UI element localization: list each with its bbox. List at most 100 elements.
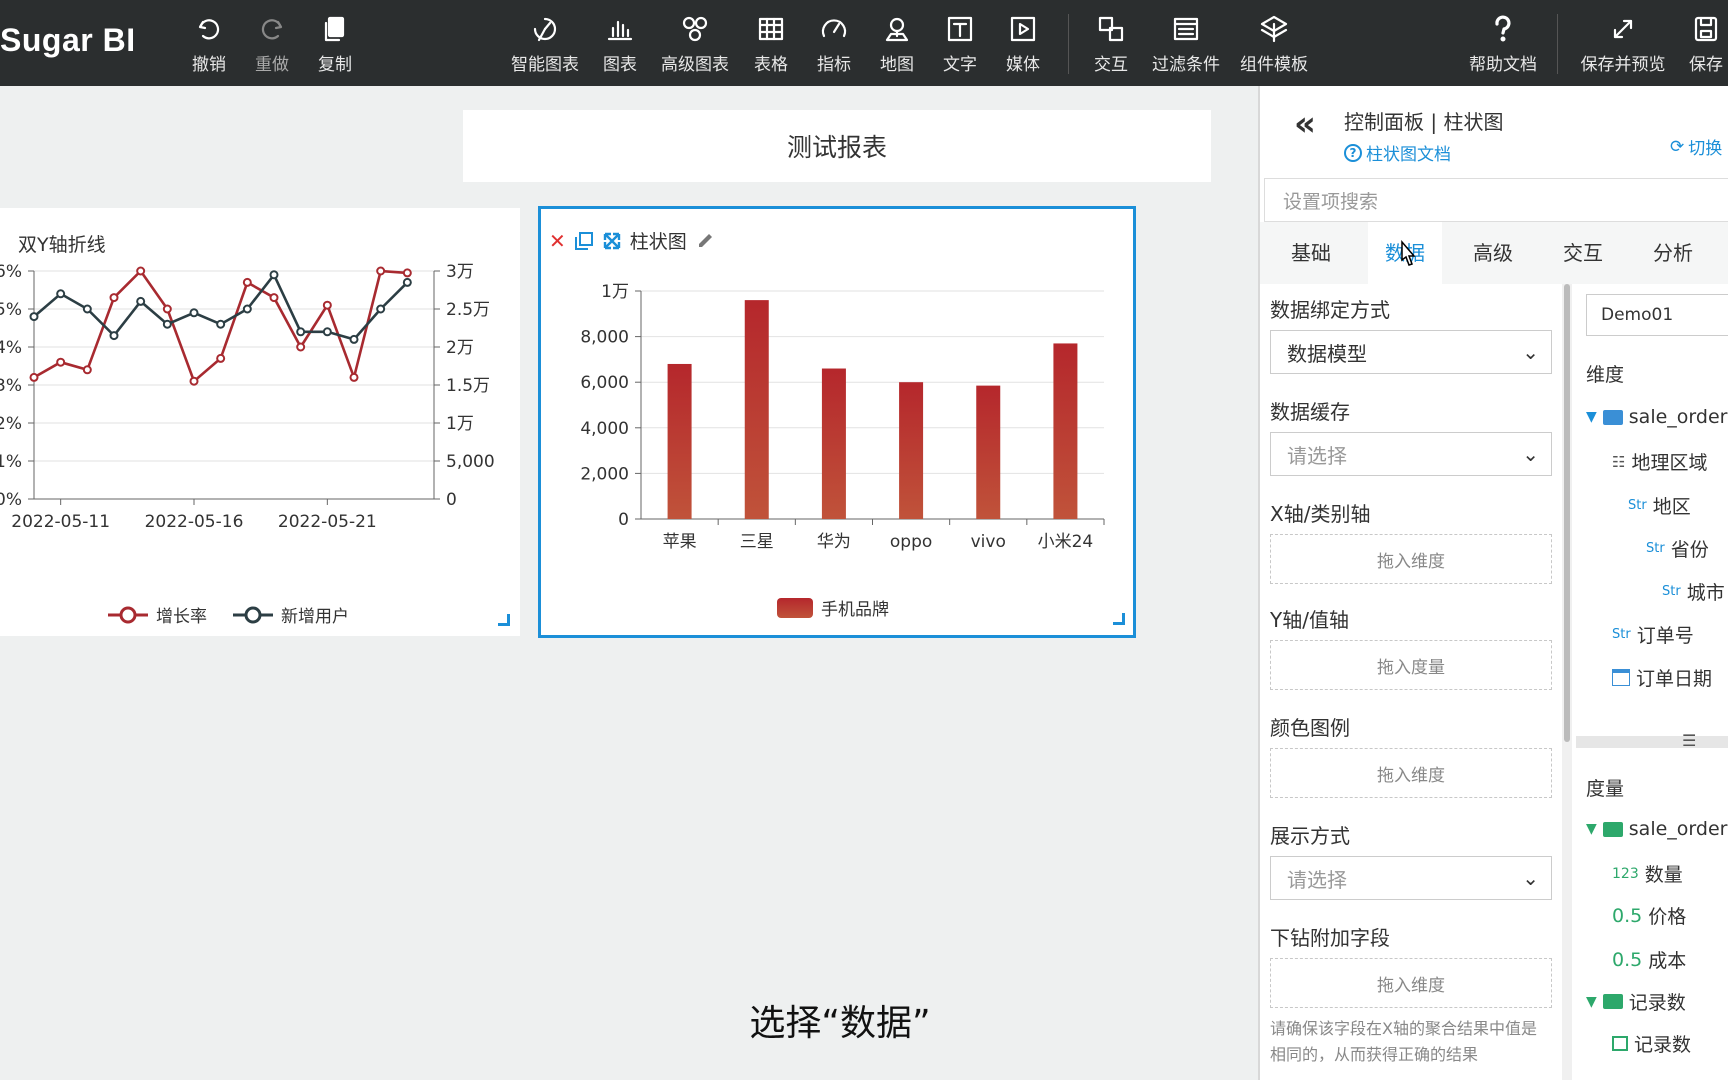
measure-item[interactable]: 123 数量 [1612, 860, 1683, 887]
top-toolbar: Sugar BI 撤销 重做 复制 智能图表 图表 高级图表 表格 指标 地图 … [0, 0, 1728, 86]
legend-swatch-growth [108, 606, 148, 623]
table-icon [758, 17, 784, 41]
string-type-icon: Str [1628, 498, 1647, 513]
chevron-down-icon: ▼ [1586, 993, 1597, 1010]
copy-button[interactable]: 复制 [295, 14, 375, 75]
advanced-chart-button[interactable]: 高级图表 [655, 14, 735, 75]
resize-handle[interactable] [1113, 613, 1125, 625]
doc-link[interactable]: ? 柱状图文档 [1344, 140, 1451, 165]
smart-chart-icon [533, 17, 557, 42]
video-caption: 选择“数据” [749, 1003, 931, 1044]
media-button[interactable]: 媒体 [983, 14, 1063, 75]
tab-analysis[interactable]: 分析 [1636, 222, 1710, 284]
legend-swatch [777, 597, 813, 618]
xaxis-label: X轴/类别轴 [1270, 502, 1371, 526]
dimension-item[interactable]: Str 地区 [1628, 492, 1691, 519]
refresh-icon: ⟳ [1670, 136, 1685, 157]
dimension-label: 地理区域 [1631, 452, 1708, 474]
y-left-tick-label: 6% [0, 262, 22, 282]
x-tick-label: 2022-05-21 [278, 512, 377, 532]
dimension-item[interactable]: 订单日期 [1612, 664, 1712, 691]
settings-search-input[interactable]: 设置项搜索 [1264, 178, 1728, 222]
chart-button[interactable]: 图表 [580, 14, 660, 75]
y-tick-label: 1万 [601, 282, 629, 302]
data-point [322, 327, 332, 337]
settings-scrollbar[interactable] [1562, 284, 1572, 1080]
tab-basic[interactable]: 基础 [1274, 222, 1348, 284]
save-preview-button[interactable]: 保存并预览 [1581, 14, 1666, 75]
expand-icon [1613, 19, 1633, 39]
legend-label-growth: 增长率 [156, 607, 207, 627]
measure-item[interactable]: 记录数 [1612, 1030, 1691, 1057]
resize-handle[interactable] [498, 614, 510, 626]
switch-button[interactable]: ⟳ 切换 [1670, 134, 1722, 160]
collapse-panel-icon[interactable]: « [1294, 104, 1316, 144]
measure-label: 价格 [1648, 906, 1687, 928]
measure-folder[interactable]: ▼ sale_order [1586, 818, 1727, 840]
dual-axis-line-chart-card[interactable]: 双Y轴折线 0% 0 1% 5,000 2% 1万 3% 1.5万 4% 2万 5% 2.5万 6% 3万… [0, 208, 520, 636]
copy-label: 复制 [318, 55, 352, 75]
data-point [242, 277, 252, 287]
datasource-select[interactable]: Demo01 [1586, 294, 1728, 336]
template-button[interactable]: 组件模板 [1234, 14, 1314, 75]
mouse-pointer-icon [1401, 240, 1416, 266]
binding-select[interactable]: 数据模型 ⌄ [1270, 330, 1552, 374]
smart-chart-button[interactable]: 智能图表 [505, 14, 585, 75]
yaxis-dropzone[interactable]: 拖入度量 [1270, 640, 1552, 690]
string-type-icon: Str [1646, 541, 1665, 556]
save-button[interactable]: 保存 [1666, 14, 1728, 75]
tab-advanced[interactable]: 高级 [1456, 222, 1530, 284]
scrollbar-thumb[interactable] [1564, 284, 1570, 742]
count-folder[interactable]: ▼ 记录数 [1586, 988, 1686, 1015]
dimension-label: 地区 [1652, 496, 1691, 518]
map-label: 地图 [880, 55, 914, 75]
dimension-item[interactable]: Str 订单号 [1612, 621, 1694, 648]
toolbar-separator [1557, 14, 1558, 74]
undo-icon [198, 19, 220, 40]
drill-field-dropzone[interactable]: 拖入维度 [1270, 958, 1552, 1008]
splitter-handle[interactable]: ☰ [1576, 733, 1728, 749]
x-tick-label: 2022-05-16 [145, 512, 244, 532]
y-left-tick-label: 1% [0, 452, 22, 472]
redo-label: 重做 [255, 55, 289, 75]
chevron-down-icon: ⌄ [1522, 866, 1539, 890]
indicator-label: 指标 [817, 55, 851, 75]
report-title[interactable]: 测试报表 [463, 110, 1211, 182]
bar-chart-card[interactable]: ✕ 柱状图 0 2,000 4,000 6,000 8,000 1万 苹果 三星 华为 oppo v… [538, 206, 1136, 638]
color-legend-dropzone[interactable]: 拖入维度 [1270, 748, 1552, 798]
drill-note: 请确保该字段在X轴的聚合结果中值是相同的，从而获得正确的结果 [1270, 1019, 1537, 1064]
text-icon [947, 16, 973, 42]
data-point [376, 304, 386, 314]
decimal-type-icon: 0.5 [1612, 904, 1643, 927]
bar-chart: 0 2,000 4,000 6,000 8,000 1万苹果 三星 华为 oppo vivo 小米2… [580, 282, 1105, 552]
data-point [216, 319, 226, 329]
help-button[interactable]: 帮助文档 [1463, 14, 1543, 75]
dimension-item[interactable]: Str 省份 [1646, 535, 1709, 562]
bar [1053, 343, 1078, 519]
folder-icon [1602, 409, 1623, 425]
bar [976, 385, 1001, 519]
doc-link-label: 柱状图文档 [1366, 145, 1451, 165]
interaction-label: 交互 [1094, 55, 1128, 75]
redo-icon [261, 19, 283, 40]
data-point [322, 300, 332, 310]
data-point [136, 266, 146, 276]
dimension-item[interactable]: Str 城市 [1662, 578, 1725, 605]
data-point [402, 277, 412, 287]
help-circle-icon: ? [1344, 143, 1362, 162]
xaxis-dropzone[interactable]: 拖入维度 [1270, 534, 1552, 584]
dimension-item[interactable]: ☷ 地理区域 [1612, 448, 1707, 475]
data-point [109, 293, 119, 303]
chart-legend: 手机品牌 [777, 595, 889, 620]
interaction-button[interactable]: 交互 [1071, 14, 1151, 75]
dimension-label: 订单号 [1636, 625, 1694, 647]
measure-item[interactable]: 0.5 价格 [1612, 902, 1686, 929]
dimension-folder[interactable]: ▼ sale_order [1586, 406, 1727, 428]
filter-button[interactable]: 过滤条件 [1146, 14, 1226, 75]
x-tick-label: oppo [890, 532, 932, 552]
decimal-type-icon: 0.5 [1612, 948, 1643, 971]
cache-select[interactable]: 请选择 ⌄ [1270, 432, 1552, 476]
display-mode-select[interactable]: 请选择 ⌄ [1270, 856, 1552, 900]
measure-item[interactable]: 0.5 成本 [1612, 946, 1686, 973]
tab-interaction[interactable]: 交互 [1546, 222, 1620, 284]
